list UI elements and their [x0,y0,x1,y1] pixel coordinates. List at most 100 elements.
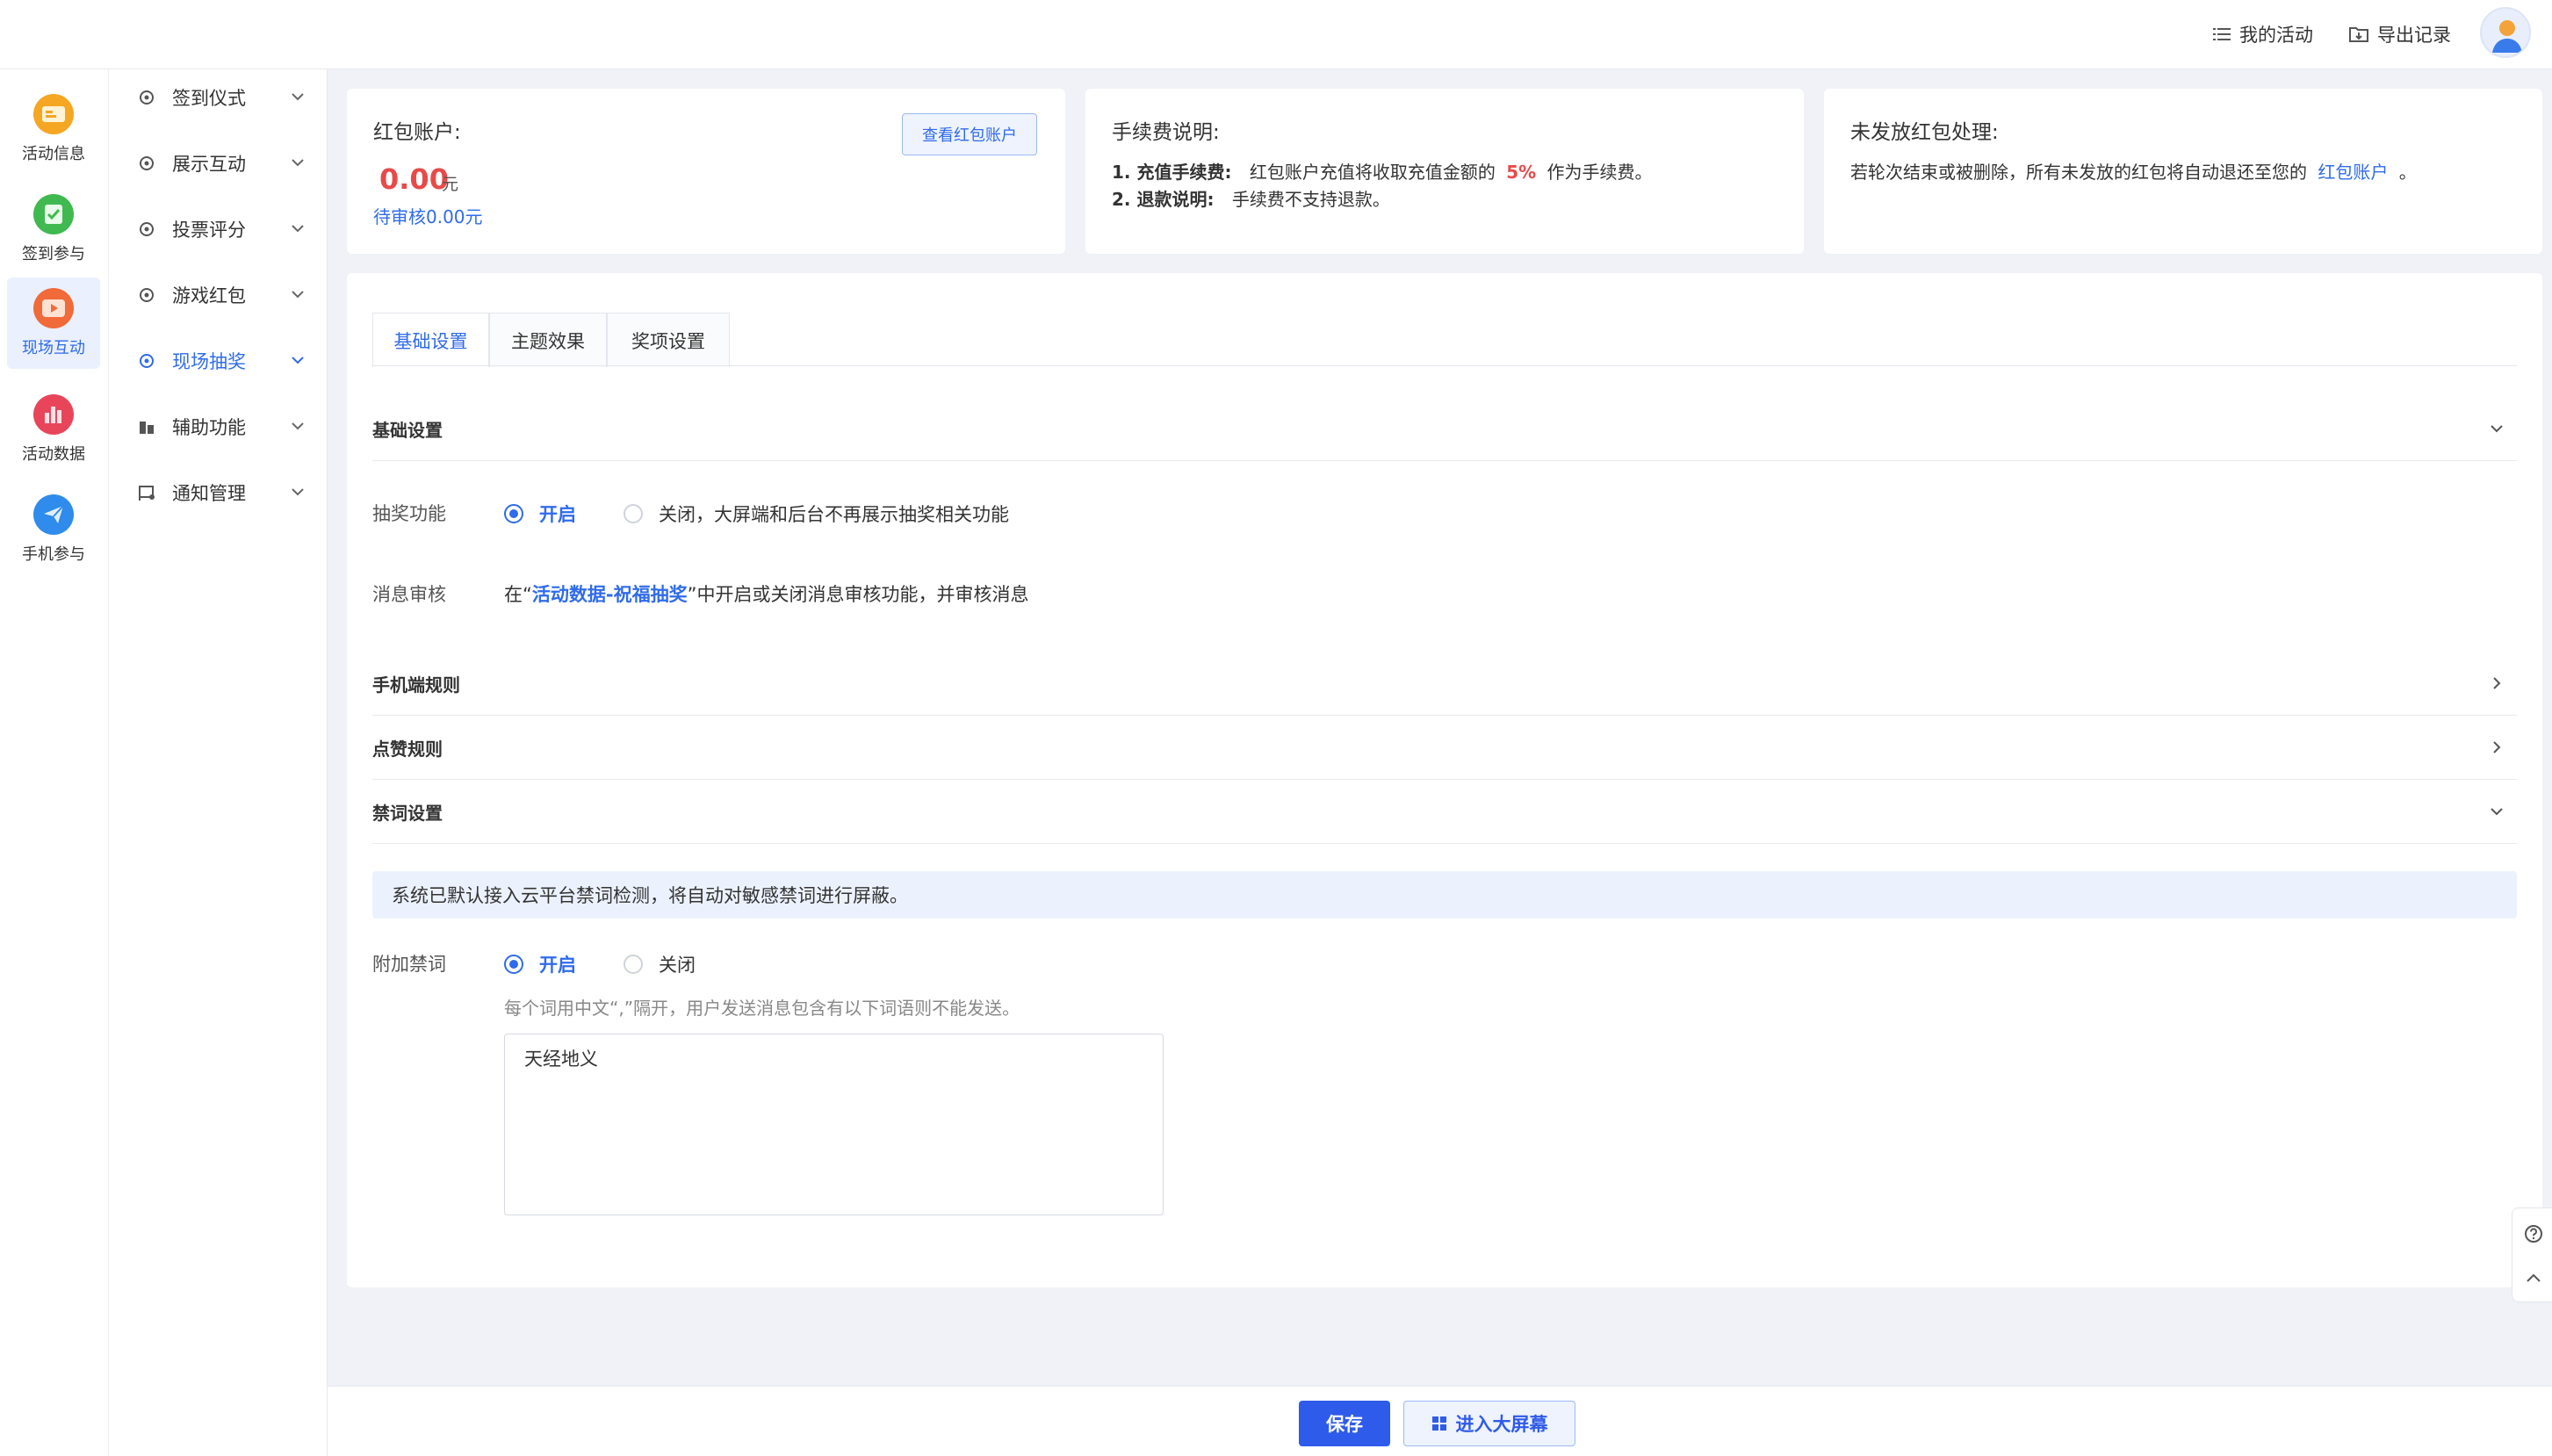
rail-label: 活动数据 [22,445,85,464]
submenu-item-assist[interactable]: 辅助功能 [109,402,328,451]
submenu-label: 签到仪式 [172,88,246,109]
lottery-on-label: 开启 [539,504,576,525]
fee-line2-text: 手续费不支持退款。 [1231,189,1390,210]
submenu-label: 通知管理 [172,483,246,504]
submenu-item-game-redpacket[interactable]: 游戏红包 [109,270,328,320]
review-suffix: ”中开启或关闭消息审核功能，并审核消息 [687,584,1029,605]
fee-title: 手续费说明: [1112,121,1220,144]
export-records-link[interactable]: 导出记录 [2349,19,2451,49]
rail-item-activity-data[interactable]: 活动数据 [7,384,100,475]
rail-item-live-interaction[interactable]: 现场互动 [7,278,100,369]
section-like-rules[interactable]: 点赞规则 [372,717,2517,780]
section-banned-words[interactable]: 禁词设置 [372,781,2517,844]
rail-label: 活动信息 [22,145,85,163]
settings-tabs: 基础设置 主题效果 奖项设置 [372,313,730,367]
notice-icon [137,483,156,502]
submenu-item-voting[interactable]: 投票评分 [109,205,328,254]
fee-line1-label: 1. 充值手续费: [1112,162,1232,183]
fee-explanation-card: 手续费说明: 1. 充值手续费: 红包账户充值将收取充值金额的 5% 作为手续费… [1085,89,1804,254]
fee-line-1: 1. 充值手续费: 红包账户充值将收取充值金额的 5% 作为手续费。 [1112,158,1653,184]
redpacket-account-link[interactable]: 红包账户 [2318,162,2388,183]
tab-theme-effects[interactable]: 主题效果 [489,313,607,367]
fee-line1-text-a: 红包账户充值将收取充值金额的 [1249,162,1496,183]
submenu-item-notice[interactable]: 通知管理 [109,468,328,517]
chevron-down-icon [292,357,304,364]
module-rail: 活动信息 签到参与 现场互动 活动数据 手机参与 [0,69,109,1456]
activity-data-lottery-link[interactable]: 活动数据-祝福抽奖 [532,584,688,605]
submenu-label: 投票评分 [172,220,246,241]
top-bar: 我的活动 导出记录 [0,0,2552,69]
section-title: 禁词设置 [372,803,443,824]
sub-menu: 签到仪式 展示互动 投票评分 游戏红包 现场抽奖 辅助功能 通知管理 [109,69,328,1456]
lottery-off-label: 关闭，大屏端和后台不再展示抽奖相关功能 [659,504,1009,525]
redpacket-unit: 元 [442,175,459,194]
building-icon [137,417,156,436]
submenu-label: 辅助功能 [172,417,246,438]
gear-icon [137,285,156,305]
radio-dot [504,955,523,974]
export-records-label: 导出记录 [2377,25,2451,46]
redpacket-account-card: 红包账户: 查看红包账户 0.00 元 待审核0.00元 [347,89,1065,254]
unsent-tail: 。 [2398,162,2417,183]
help-icon[interactable] [2524,1224,2543,1243]
gear-icon [137,88,156,107]
list-icon [2213,28,2231,40]
redpacket-pending: 待审核0.00元 [373,206,483,227]
my-activity-link[interactable]: 我的活动 [2213,19,2313,49]
bar-chart-icon [33,394,74,435]
rail-label: 现场互动 [22,339,85,357]
chevron-down-icon [292,225,304,233]
view-redpacket-button[interactable]: 查看红包账户 [902,113,1037,155]
lottery-on-radio[interactable]: 开启 [504,501,576,527]
message-review-label: 消息审核 [372,584,446,605]
chevron-up-icon[interactable] [2525,1272,2542,1286]
enter-big-screen-label: 进入大屏幕 [1455,1414,1548,1435]
section-title: 基础设置 [372,420,443,441]
lottery-off-radio[interactable]: 关闭，大屏端和后台不再展示抽奖相关功能 [624,501,1009,527]
unsent-text: 若轮次结束或被删除，所有未发放的红包将自动退还至您的 [1850,162,2307,183]
section-mobile-rules[interactable]: 手机端规则 [372,652,2517,716]
save-button[interactable]: 保存 [1299,1401,1390,1446]
export-folder-icon [2349,27,2368,42]
radio-dot [624,955,643,974]
submenu-item-signin-ceremony[interactable]: 签到仪式 [109,73,328,122]
section-title: 点赞规则 [372,739,443,760]
message-review-text: 在“活动数据-祝福抽奖”中开启或关闭消息审核功能，并审核消息 [504,580,1029,607]
tab-basic-settings[interactable]: 基础设置 [372,313,489,367]
rail-item-signin[interactable]: 签到参与 [7,184,100,275]
gear-icon [137,351,156,371]
enter-big-screen-button[interactable]: 进入大屏幕 [1403,1401,1575,1446]
chevron-right-icon [2493,741,2501,753]
submenu-item-lottery[interactable]: 现场抽奖 [109,336,328,386]
avatar[interactable] [2480,7,2531,58]
submenu-item-display[interactable]: 展示互动 [109,139,328,188]
section-basic-settings[interactable]: 基础设置 [372,398,2517,461]
tab-prize-settings[interactable]: 奖项设置 [607,313,730,367]
grid-icon [1431,1416,1446,1431]
fee-line-2: 2. 退款说明: 手续费不支持退款。 [1112,185,1390,211]
rail-item-activity-info[interactable]: 活动信息 [7,83,100,175]
rail-label: 手机参与 [22,545,85,564]
submenu-label: 游戏红包 [172,285,246,306]
extra-words-textarea[interactable]: 天经地义 [504,1034,1164,1215]
user-avatar-icon [2492,20,2522,53]
rail-label: 签到参与 [22,245,85,263]
extra-off-label: 关闭 [659,955,696,976]
extra-words-hint: 每个词用中文“,”隔开，用户发送消息包含有以下词语则不能发送。 [504,998,1020,1019]
review-prefix: 在“ [504,584,532,605]
chevron-down-icon [292,291,304,299]
my-activity-label: 我的活动 [2239,25,2313,46]
lottery-function-label: 抽奖功能 [372,503,446,524]
radio-dot [624,504,643,523]
extra-words-on-radio[interactable]: 开启 [504,951,576,977]
fee-line2-label: 2. 退款说明: [1112,189,1215,210]
extra-on-label: 开启 [539,955,576,976]
redpacket-amount: 0.00 [379,162,449,196]
fee-rate: 5% [1506,162,1537,183]
extra-words-off-radio[interactable]: 关闭 [624,951,696,977]
rail-item-mobile[interactable]: 手机参与 [7,484,100,575]
fee-line1-text-b: 作为手续费。 [1546,162,1653,183]
banned-words-notice: 系统已默认接入云平台禁词检测，将自动对敏感禁词进行屏蔽。 [372,871,2517,919]
unsent-title: 未发放红包处理: [1850,121,1999,144]
unsent-text-line: 若轮次结束或被删除，所有未发放的红包将自动退还至您的 红包账户 。 [1850,158,2417,184]
